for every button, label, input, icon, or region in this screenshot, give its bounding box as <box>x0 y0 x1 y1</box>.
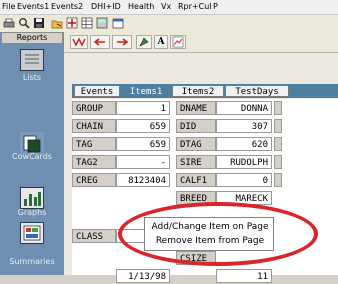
sidebar-item-cowcards[interactable]: CowCards <box>0 152 64 161</box>
calculator-icon[interactable] <box>95 16 109 30</box>
tab-events[interactable]: Events <box>74 85 120 97</box>
new-record-icon[interactable] <box>65 16 79 30</box>
field-label: CHAIN <box>72 119 116 133</box>
graph-icon[interactable] <box>20 187 44 209</box>
cowcard-icon[interactable] <box>20 132 44 154</box>
field-value-date[interactable]: 1/13/98 <box>116 269 170 283</box>
tab-testdays[interactable]: TestDays <box>225 85 289 97</box>
highlight-oval <box>118 202 318 266</box>
arrow-left-icon[interactable] <box>90 35 110 49</box>
field-label-partial <box>274 173 282 187</box>
menu-events2[interactable]: Events2 <box>51 2 83 11</box>
field-label: DID <box>176 119 216 133</box>
field-label-partial <box>274 155 282 169</box>
field-label: DTAG <box>176 137 216 151</box>
summary-icon[interactable] <box>20 222 44 244</box>
menu-file[interactable]: File <box>2 2 15 11</box>
open-icon[interactable] <box>50 16 64 30</box>
field-label: DNAME <box>176 101 216 115</box>
editor-toolbar: A <box>64 32 338 53</box>
field-label: CREG <box>72 173 116 187</box>
font-icon[interactable]: A <box>154 35 168 49</box>
field-value-count[interactable]: 11 <box>216 269 272 283</box>
field-value-did[interactable]: 307 <box>216 119 272 133</box>
tab-items1[interactable]: Items1 <box>122 85 170 97</box>
sidebar-item-lists[interactable]: Lists <box>0 73 64 82</box>
field-label: CALF1 <box>176 173 216 187</box>
field-label: TAG2 <box>72 155 116 169</box>
main-toolbar <box>0 15 338 32</box>
table-icon[interactable] <box>80 16 94 30</box>
menu-rpr-cul[interactable]: Rpr+Cul <box>178 2 212 11</box>
paint-icon[interactable] <box>136 35 152 49</box>
field-value-dtag[interactable]: 620 <box>216 137 272 151</box>
menu-vx[interactable]: Vx <box>161 2 171 11</box>
field-value-tag[interactable]: 659 <box>116 137 170 151</box>
field-value-creg[interactable]: 8123404 <box>116 173 170 187</box>
calendar-icon[interactable] <box>111 16 125 30</box>
field-value-dname[interactable]: DONNA <box>216 101 272 115</box>
chart-format-icon[interactable] <box>170 35 186 49</box>
sidebar: Reports Lists CowCards Graphs Summaries <box>0 32 64 275</box>
field-label: CLASS <box>72 229 116 243</box>
save-icon[interactable] <box>32 16 46 30</box>
field-value-chain[interactable]: 659 <box>116 119 170 133</box>
menu-bar: File Events1 Events2 DHI+ID Health Vx Rp… <box>0 0 338 15</box>
sidebar-item-summaries[interactable]: Summaries <box>0 257 64 266</box>
menu-health[interactable]: Health <box>128 2 154 11</box>
arrow-right-icon[interactable] <box>112 35 132 49</box>
field-value-tag2[interactable]: - <box>116 155 170 169</box>
tab-items2[interactable]: Items2 <box>172 85 224 97</box>
report-list-icon[interactable] <box>20 49 44 71</box>
field-label: SIRE <box>176 155 216 169</box>
field-label-partial <box>274 101 282 115</box>
field-label-partial <box>274 119 282 133</box>
field-value-group[interactable]: 1 <box>116 101 170 115</box>
delete-icon[interactable] <box>70 35 88 49</box>
menu-dhi-id[interactable]: DHI+ID <box>91 2 121 11</box>
menu-p[interactable]: P <box>213 2 218 11</box>
field-label: TAG <box>72 137 116 151</box>
preview-icon[interactable] <box>17 16 31 30</box>
menu-events1[interactable]: Events1 <box>17 2 49 11</box>
field-label: GROUP <box>72 101 116 115</box>
field-value-sire[interactable]: RUDOLPH <box>216 155 272 169</box>
tab-strip: Events Items1 Items2 TestDays <box>72 84 338 98</box>
sidebar-header-reports[interactable]: Reports <box>1 32 63 44</box>
field-label-partial <box>274 137 282 151</box>
print-icon[interactable] <box>2 16 16 30</box>
field-value-calf1[interactable]: 0 <box>216 173 272 187</box>
sidebar-item-graphs[interactable]: Graphs <box>0 208 64 217</box>
